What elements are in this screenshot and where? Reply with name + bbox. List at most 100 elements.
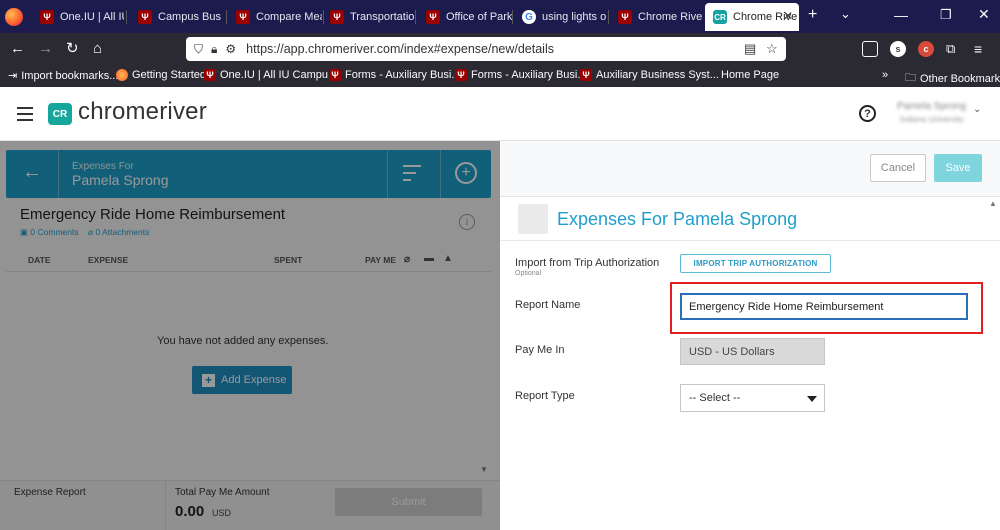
tab-title: Compare Meal [256,11,322,23]
tab-separator [226,10,227,24]
bookmark-other[interactable]: 🗀︎ Other Bookmarks [905,69,1000,88]
app-logo-text: chromeriver [78,98,207,125]
iu-trident-icon: Ψ [618,10,632,24]
chromeriver-icon: CR [713,10,727,24]
folder-icon: 🗀︎ [905,72,916,84]
user-name[interactable]: Pamela Sprong [897,101,966,112]
bookmark-forms-1[interactable]: Ψ Forms - Auxiliary Busi... [329,69,461,81]
minimize-icon[interactable]: — [894,7,908,23]
tab-chrome-river-active[interactable]: CR Chrome Rive ✕ [705,3,799,31]
tab-chrome-river-training[interactable]: Ψ Chrome River T [610,3,702,31]
firefox-icon [116,69,128,81]
reload-icon[interactable]: ↻ [66,40,79,58]
import-optional-hint: Optional [515,270,542,277]
report-type-label: Report Type [515,390,575,402]
report-type-select[interactable]: -- Select -- [680,384,825,412]
tab-title: One.IU | All IU [60,11,124,23]
window-close-icon[interactable]: ✕ [978,6,990,23]
tab-campus-bus[interactable]: Ψ Campus Bus Se [130,3,224,31]
app-header: CR chromeriver ? Pamela Sprong Indiana U… [0,87,1000,141]
back-icon[interactable]: ← [10,40,25,58]
iu-trident-icon: Ψ [138,10,152,24]
bookmark-label: Home Page [721,69,780,81]
bookmark-star-icon[interactable]: ☆ [766,41,778,57]
bookmark-label: One.IU | All IU Campu... [220,69,338,81]
tab-google-search[interactable]: G using lights on [514,3,606,31]
chevron-down-icon [807,396,817,402]
chevron-down-icon[interactable]: ⌄ [973,104,981,115]
tab-separator [415,10,416,24]
bookmark-import[interactable]: ⇥ Import bookmarks... [8,69,119,83]
tab-one-iu[interactable]: Ψ One.IU | All IU [32,3,124,31]
browser-nav-bar: ← → ↻ ⌂ ⛉ 🔒︎ ⚙ https://app.chromeriver.c… [0,33,1000,65]
extension-c-icon[interactable]: c [918,41,934,57]
import-trip-authorization-button[interactable]: IMPORT TRIP AUTHORIZATION [680,254,831,273]
help-icon[interactable]: ? [859,105,876,122]
browser-tab-bar: Ψ One.IU | All IU Ψ Campus Bus Se Ψ Comp… [0,0,1000,33]
close-tab-icon[interactable]: ✕ [783,9,793,23]
iu-trident-icon: Ψ [236,10,250,24]
bookmark-auxiliary[interactable]: Ψ Auxiliary Business Syst... [580,69,719,81]
import-trip-label: Import from Trip Authorization [515,257,660,269]
details-title-row: Expenses For Pamela Sprong ▲ [500,197,1000,241]
extension-s-icon[interactable]: s [890,41,906,57]
new-tab-icon[interactable]: + [808,6,817,24]
tab-transportation[interactable]: Ψ Transportation [322,3,414,31]
bookmark-label: Forms - Auxiliary Busi... [345,69,461,81]
scroll-up-arrow-icon[interactable]: ▲ [989,199,997,208]
highlight-annotation [670,282,983,334]
modal-overlay [0,141,500,530]
tab-separator [126,10,127,24]
report-details-panel: Cancel Save Expenses For Pamela Sprong ▲… [500,141,1000,530]
tab-title: Campus Bus Se [158,11,224,23]
iu-trident-icon: Ψ [40,10,54,24]
pay-me-in-field: USD - US Dollars [680,338,825,365]
pocket-icon[interactable] [862,41,878,57]
list-tabs-icon[interactable]: ⌄ [840,6,851,22]
tab-title: Transportation [350,11,414,23]
iu-trident-icon: Ψ [329,69,341,81]
report-name-label: Report Name [515,299,581,311]
lock-icon[interactable]: 🔒︎ [211,42,217,57]
home-icon[interactable]: ⌂ [93,40,102,58]
bookmark-getting-started[interactable]: Getting Started [116,69,206,81]
report-type-value: -- Select -- [689,392,741,404]
firefox-icon[interactable] [5,8,23,26]
bookmark-forms-2[interactable]: Ψ Forms - Auxiliary Busi... [455,69,587,81]
bookmark-home-page[interactable]: Home Page [721,69,779,81]
cancel-button[interactable]: Cancel [870,154,926,182]
bookmark-label: Getting Started [132,69,206,81]
url-text[interactable]: https://app.chromeriver.com/index#expens… [246,42,554,56]
bookmarks-overflow-icon[interactable]: » [882,69,888,81]
tab-separator [512,10,513,24]
menu-icon[interactable]: ≡ [974,40,982,58]
hamburger-menu-icon[interactable] [17,107,33,121]
tab-title: Office of Parki [446,11,512,23]
restore-icon[interactable]: ❐ [940,7,952,23]
iu-trident-icon: Ψ [330,10,344,24]
tab-title: Chrome River T [638,11,702,23]
iu-trident-icon: Ψ [580,69,592,81]
reader-view-icon[interactable]: ▤ [744,41,756,57]
iu-trident-icon: Ψ [455,69,467,81]
pay-me-in-label: Pay Me In [515,344,565,356]
save-button[interactable]: Save [934,154,982,182]
import-icon: ⇥ [8,70,18,82]
permissions-icon[interactable]: ⚙ [225,42,236,56]
tab-title: using lights on [542,11,606,23]
bookmark-label: Import bookmarks... [21,69,119,82]
tab-office-of-parking[interactable]: Ψ Office of Parki [418,3,512,31]
bookmarks-bar: ⇥ Import bookmarks... Getting Started Ψ … [0,65,1000,87]
tab-compare-meal[interactable]: Ψ Compare Meal [228,3,322,31]
bookmark-label: Other Bookmarks [920,72,1000,85]
bookmark-label: Auxiliary Business Syst... [596,69,719,81]
bookmark-one-iu[interactable]: Ψ One.IU | All IU Campu... [204,69,337,81]
url-bar[interactable]: ⛉ 🔒︎ ⚙ https://app.chromeriver.com/index… [186,37,786,61]
shield-icon[interactable]: ⛉ [194,42,203,57]
google-icon: G [522,10,536,24]
chromeriver-logo-icon: CR [48,103,72,125]
puzzle-icon[interactable]: ⧉ [946,40,955,58]
iu-trident-icon: Ψ [204,69,216,81]
tab-separator [608,10,609,24]
forward-icon[interactable]: → [38,40,53,58]
